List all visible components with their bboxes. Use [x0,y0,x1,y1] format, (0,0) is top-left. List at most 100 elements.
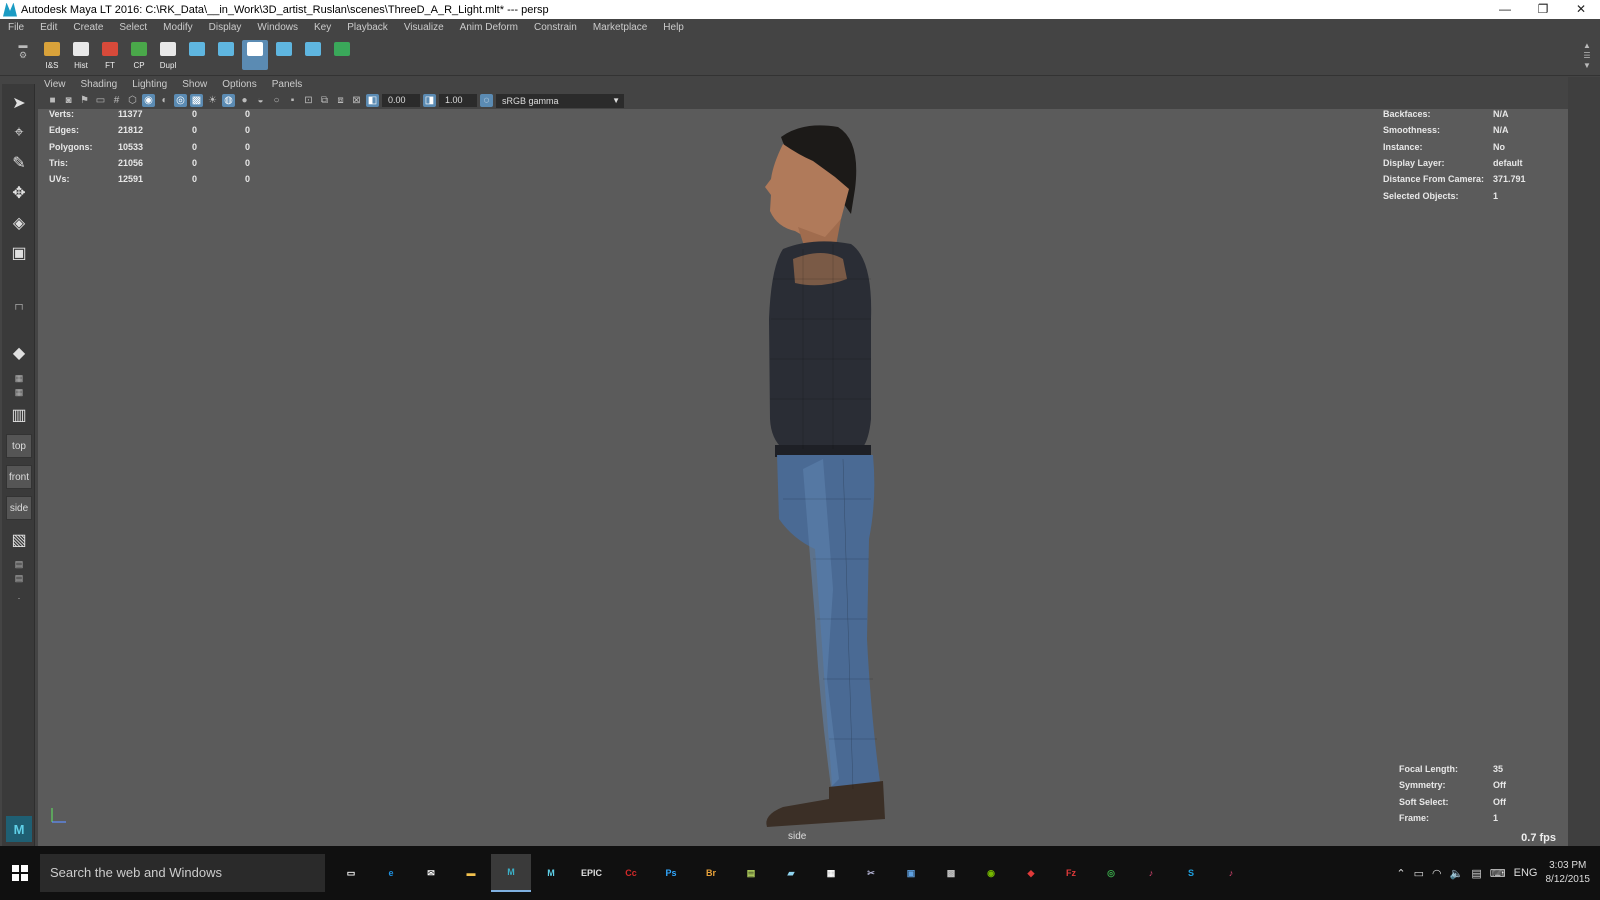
wifi-icon[interactable]: ◠ [1432,867,1442,880]
shelf-menu-icon[interactable]: ▬ [14,40,32,50]
shelf-settings-icon[interactable]: ⚙ [14,50,32,61]
xray-joints-icon[interactable]: ⧈ [334,94,347,107]
shelf-button-camera-track[interactable] [213,40,239,70]
xray-icon[interactable]: ⧉ [318,94,331,107]
shelf-scroll[interactable]: ▲ ☰ ▼ [1582,41,1592,71]
textured-icon[interactable]: ▩ [190,94,203,107]
taskbar-app-itunes[interactable]: ♪ [1131,854,1171,892]
taskbar-app-epic-launcher[interactable]: EPIC [571,854,611,892]
close-button[interactable]: ✕ [1562,0,1600,19]
maya-home-icon[interactable]: M [6,816,32,842]
ambient-occlusion-icon[interactable]: ● [238,94,251,107]
viewport-side[interactable]: Verts: 11377 0 0 Edges: 21812 0 0 Polygons: 10533… [38,109,1568,846]
layout-two-icon[interactable]: ▥ [6,402,32,428]
view-side-button[interactable]: side [6,496,32,520]
taskbar-app-task-view[interactable]: ▭ [331,854,371,892]
taskbar-app-stickies[interactable]: ▰ [771,854,811,892]
taskbar-app-xbox[interactable]: ◎ [1091,854,1131,892]
panel-menu-shading[interactable]: Shading [75,79,127,90]
isolate-select-icon[interactable]: ⊡ [302,94,315,107]
taskbar-app-calculator[interactable]: ▦ [811,854,851,892]
layout-four-alt-icon[interactable]: ▦ [6,386,32,398]
menu-constrain[interactable]: Constrain [526,22,585,33]
shelf-scroll-menu-icon[interactable]: ☰ [1582,51,1592,61]
graph-layout-icon[interactable]: ▤ [6,558,32,570]
gamma-field[interactable]: 1.00 [439,94,477,107]
taskbar-search-box[interactable]: Search the web and Windows [40,854,325,892]
view-front-button[interactable]: front [6,465,32,489]
tray-expand-icon[interactable]: ⌃ [1396,867,1405,880]
graph-layout-alt-icon[interactable]: ▤ [6,572,32,584]
taskbar-app-maya[interactable]: M [491,854,531,892]
panel-menu-options[interactable]: Options [216,79,265,90]
menu-playback[interactable]: Playback [339,22,396,33]
shelf-button-camera-pan[interactable] [184,40,210,70]
wireframe-on-shaded-icon[interactable]: ◎ [174,94,187,107]
shelf-button-hist[interactable]: Hist [68,40,94,70]
shelf-scroll-down-icon[interactable]: ▼ [1582,61,1592,71]
taskbar-app-network[interactable]: ▩ [931,854,971,892]
depth-of-field-icon[interactable]: ▪ [286,94,299,107]
taskbar-app-filezilla[interactable]: Fz [1051,854,1091,892]
scale-tool-icon[interactable]: ▣ [6,240,32,266]
menu-visualize[interactable]: Visualize [396,22,452,33]
anti-alias-icon[interactable]: ○ [270,94,283,107]
shelf-options[interactable]: ▬ ⚙ [14,40,32,72]
taskbar-app-remote-desktop[interactable]: ▣ [891,854,931,892]
last-tool-icon[interactable]: ┌┐ [6,298,32,310]
minimize-button[interactable]: — [1486,0,1524,19]
menu-select[interactable]: Select [111,22,155,33]
shelf-button-ft[interactable]: FT [97,40,123,70]
taskbar-app-substance[interactable]: ◆ [1011,854,1051,892]
panel-menu-view[interactable]: View [38,79,75,90]
taskbar-clock[interactable]: 3:03 PM 8/12/2015 [1546,859,1591,887]
menu-display[interactable]: Display [201,22,250,33]
shelf-button-camera-zoom[interactable] [271,40,297,70]
shelf-button-cp[interactable]: CP [126,40,152,70]
taskbar-app-photoshop[interactable]: Ps [651,854,691,892]
paint-select-tool-icon[interactable]: ✎ [6,150,32,176]
layout-four-icon[interactable]: ▦ [6,372,32,384]
taskbar-app-bridge[interactable]: Br [691,854,731,892]
motion-blur-icon[interactable]: ◒ [254,94,267,107]
battery-icon[interactable]: ▭ [1414,867,1424,880]
menu-marketplace[interactable]: Marketplace [585,22,655,33]
rotate-tool-icon[interactable]: ◈ [6,210,32,236]
menu-create[interactable]: Create [65,22,111,33]
shelf-button-camera-dolly[interactable] [242,40,268,70]
exposure-field[interactable]: 0.00 [382,94,420,107]
taskbar-app-nvidia[interactable]: ◉ [971,854,1011,892]
move-tool-icon[interactable]: ✥ [6,180,32,206]
taskbar-app-notepad[interactable]: ▤ [731,854,771,892]
select-camera-icon[interactable]: ■ [46,94,59,107]
menu-anim-deform[interactable]: Anim Deform [452,22,526,33]
exposure-toggle-icon[interactable]: ◧ [366,94,379,107]
taskbar-app-mail[interactable]: ✉ [411,854,451,892]
view-top-button[interactable]: top [6,434,32,458]
menu-modify[interactable]: Modify [155,22,200,33]
taskbar-app-edge[interactable]: e [371,854,411,892]
bookmark-icon[interactable]: ⚑ [78,94,91,107]
grid-icon[interactable]: # [110,94,123,107]
shelf-button-color-wheel[interactable] [329,40,355,70]
menu-key[interactable]: Key [306,22,339,33]
taskbar-app-skype[interactable]: S [1171,854,1211,892]
taskbar-app-maya-lt[interactable]: M [531,854,571,892]
layout-single-icon[interactable]: ◆ [6,340,32,366]
shelf-button-iands[interactable]: I&S [39,40,65,70]
menu-file[interactable]: File [0,22,32,33]
taskbar-app-itunes-alt[interactable]: ♪ [1211,854,1251,892]
menu-edit[interactable]: Edit [32,22,65,33]
character-model[interactable] [743,119,913,839]
panel-menu-lighting[interactable]: Lighting [126,79,176,90]
volume-icon[interactable]: 🔈 [1450,867,1464,880]
taskbar-app-creative-cloud[interactable]: Cc [611,854,651,892]
maximize-button[interactable]: ❐ [1524,0,1562,19]
view-transform-select[interactable]: sRGB gamma ▼ [496,93,624,108]
outliner-layout-icon[interactable]: ▧ [6,527,32,553]
taskbar-app-file-explorer[interactable]: ▬ [451,854,491,892]
smooth-shade-icon[interactable]: ◉ [142,94,155,107]
shelf-scroll-up-icon[interactable]: ▲ [1582,41,1592,51]
wireframe-icon[interactable]: ⬡ [126,94,139,107]
select-tool-icon[interactable]: ➤ [6,90,32,116]
